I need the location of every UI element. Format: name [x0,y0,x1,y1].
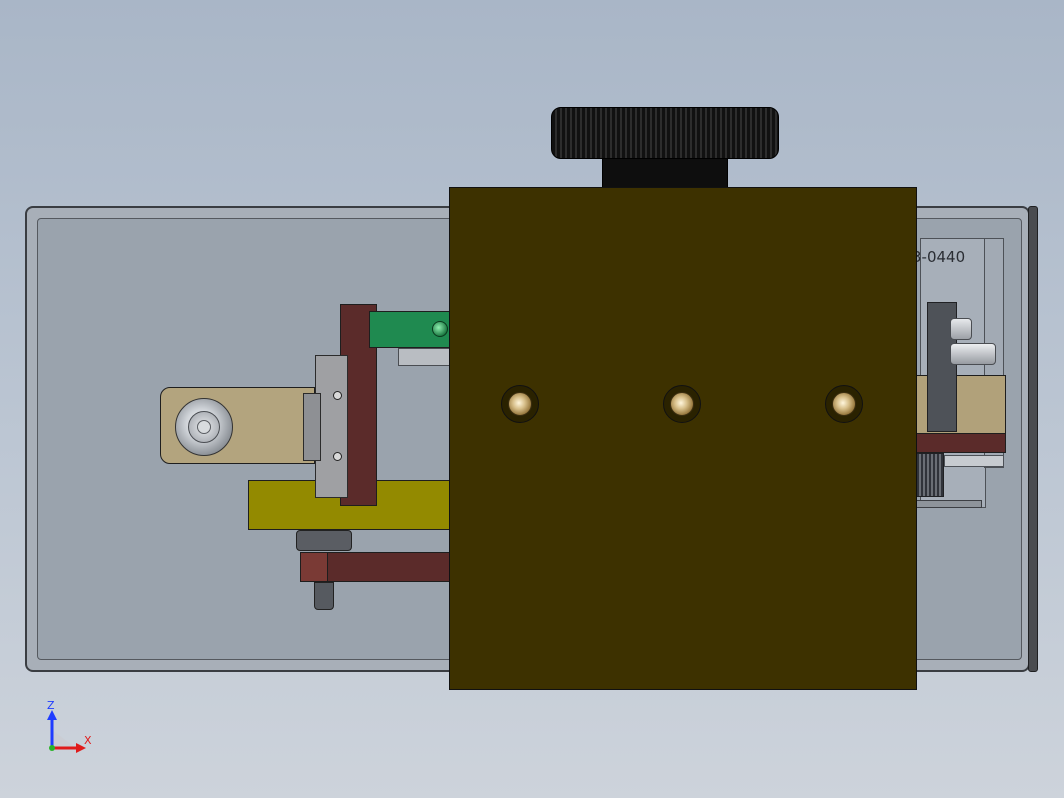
triad-x-label: X [84,734,92,747]
knurled-knob[interactable] [551,107,779,159]
triad-z-label: Z [47,699,55,712]
end-plate[interactable] [1028,206,1038,672]
part-number-label: 3-0440 [912,248,966,266]
right-brown-bar[interactable] [912,433,1006,453]
right-strip[interactable] [912,500,982,508]
pin-post[interactable] [314,582,334,610]
screw-icon [333,391,342,400]
pin-collar[interactable] [296,530,352,551]
short-shaft[interactable] [950,318,972,340]
cover-plate[interactable] [449,187,917,690]
brown-arm-end[interactable] [300,552,328,582]
right-disc[interactable] [944,455,1004,467]
linear-carriage-end[interactable] [303,393,321,461]
threaded-insert [508,392,532,416]
triad-plane [52,730,76,748]
triad-origin [49,745,55,751]
threaded-insert [832,392,856,416]
screw-icon [333,452,342,461]
knob-stem[interactable] [602,155,728,189]
bolt-center [197,420,211,434]
guide-rail[interactable] [398,348,452,366]
long-shaft[interactable] [950,343,996,365]
green-indicator [432,321,448,337]
graphics-viewport[interactable]: 3-0440 Z X [0,0,1064,798]
threaded-insert [670,392,694,416]
